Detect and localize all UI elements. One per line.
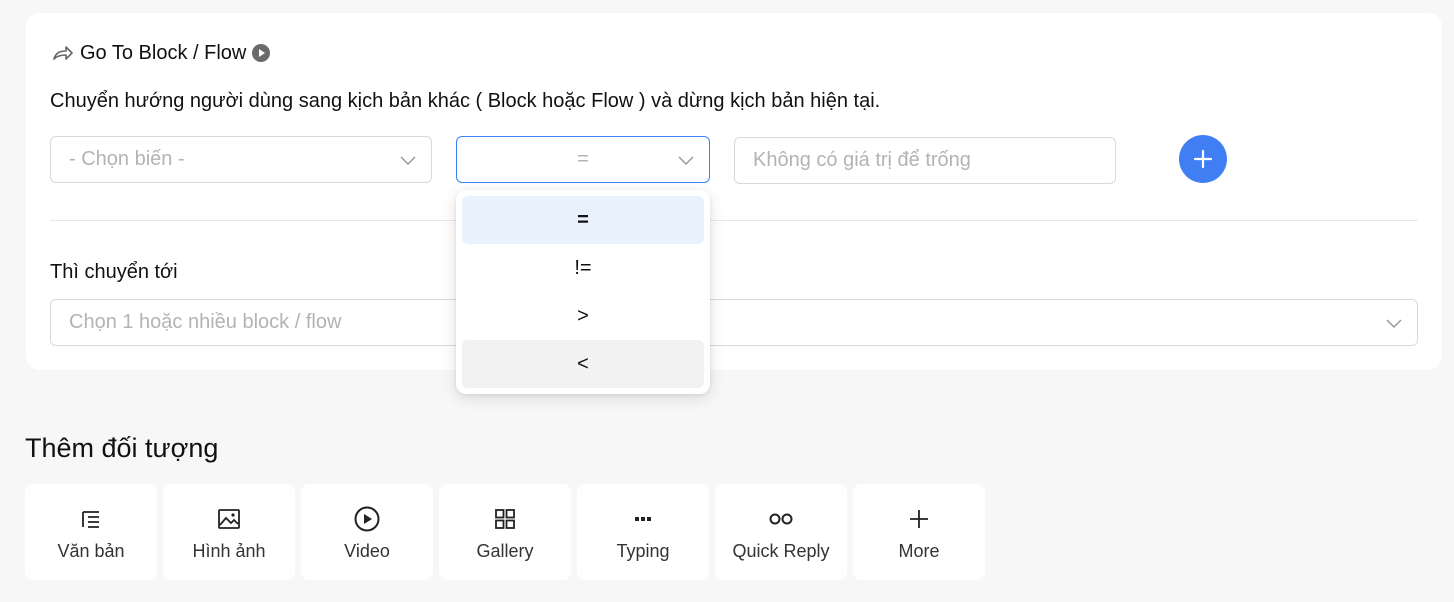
card-title: Go To Block / Flow	[80, 41, 247, 64]
tile-label: Gallery	[476, 541, 534, 561]
variable-select-placeholder: - Chọn biến -	[69, 148, 185, 170]
operator-option-not-equal[interactable]: !=	[462, 244, 704, 292]
dots-icon	[630, 506, 656, 532]
variable-select[interactable]: - Chọn biến -	[50, 136, 432, 183]
add-quick-reply-button[interactable]: Quick Reply	[715, 484, 847, 580]
tile-label: Văn bản	[57, 541, 125, 561]
chevron-down-icon	[400, 156, 416, 166]
add-objects-toolbar: Văn bản Hình ảnh Video Gallery Typing Qu…	[25, 484, 985, 580]
redirect-arrow-icon	[52, 44, 74, 62]
value-input[interactable]: Không có giá trị để trống	[734, 137, 1116, 184]
block-description: Chuyển hướng người dùng sang kịch bản kh…	[50, 90, 881, 112]
operator-option-greater[interactable]: >	[462, 292, 704, 340]
operator-option-equal[interactable]: =	[462, 196, 704, 244]
chevron-down-icon	[1386, 319, 1402, 329]
operator-dropdown: = != > <	[456, 190, 710, 394]
text-list-icon	[78, 506, 104, 532]
operator-select[interactable]: =	[456, 136, 710, 183]
target-block-select[interactable]: Chọn 1 hoặc nhiều block / flow	[50, 299, 1418, 346]
then-label: Thì chuyển tới	[50, 261, 178, 283]
operator-option-less[interactable]: <	[462, 340, 704, 388]
value-input-placeholder: Không có giá trị để trống	[753, 149, 971, 171]
plus-icon	[1193, 149, 1213, 169]
go-to-block-card: Go To Block / Flow Chuyển hướng người dù…	[26, 13, 1442, 370]
add-condition-button[interactable]	[1179, 135, 1227, 183]
add-gallery-button[interactable]: Gallery	[439, 484, 571, 580]
divider	[50, 220, 1418, 221]
plus-icon	[906, 506, 932, 532]
target-select-placeholder: Chọn 1 hoặc nhiều block / flow	[69, 311, 342, 333]
tile-label: Quick Reply	[732, 541, 830, 561]
play-icon[interactable]	[252, 44, 271, 62]
add-image-button[interactable]: Hình ảnh	[163, 484, 295, 580]
grid-icon	[492, 506, 518, 532]
card-header: Go To Block / Flow	[52, 41, 271, 65]
tile-label: Hình ảnh	[192, 541, 266, 561]
add-objects-title: Thêm đối tượng	[25, 433, 219, 463]
tile-label: Typing	[616, 541, 670, 561]
quick-reply-icon	[768, 506, 794, 532]
chevron-down-icon	[678, 156, 694, 166]
tile-label: More	[898, 541, 940, 561]
add-video-button[interactable]: Video	[301, 484, 433, 580]
image-icon	[216, 506, 242, 532]
operator-select-value: =	[577, 148, 589, 170]
add-more-button[interactable]: More	[853, 484, 985, 580]
add-typing-button[interactable]: Typing	[577, 484, 709, 580]
add-text-button[interactable]: Văn bản	[25, 484, 157, 580]
play-circle-icon	[354, 506, 380, 532]
tile-label: Video	[344, 541, 390, 561]
